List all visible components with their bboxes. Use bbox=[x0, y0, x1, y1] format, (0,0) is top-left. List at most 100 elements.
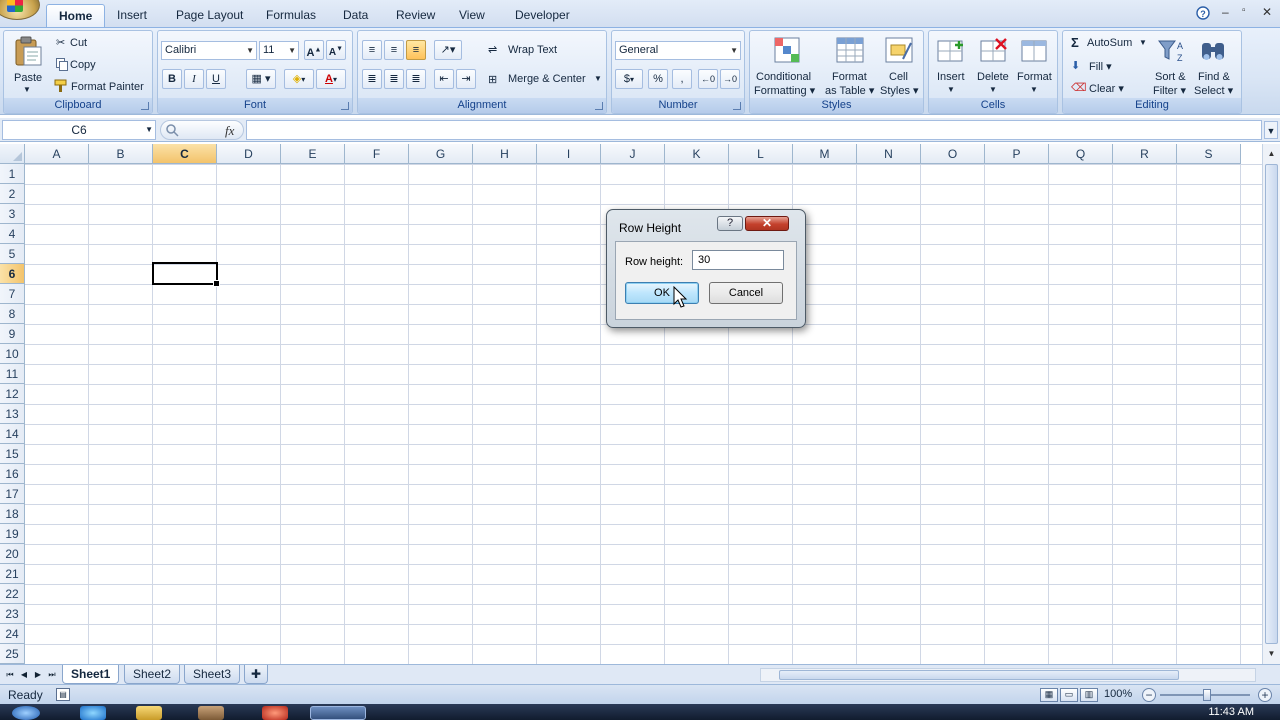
row-header-11[interactable]: 11 bbox=[0, 364, 25, 384]
chevron-down-icon[interactable]: ▼ bbox=[145, 121, 153, 139]
row-header-20[interactable]: 20 bbox=[0, 544, 25, 564]
cell-styles-icon[interactable] bbox=[883, 35, 915, 67]
column-header-c[interactable]: C bbox=[153, 144, 217, 164]
row-header-4[interactable]: 4 bbox=[0, 224, 25, 244]
column-header-j[interactable]: J bbox=[601, 144, 665, 164]
restore-icon[interactable]: ▫ bbox=[1242, 5, 1246, 16]
zoom-out-icon[interactable]: − bbox=[1142, 688, 1156, 702]
column-header-l[interactable]: L bbox=[729, 144, 793, 164]
dialog-close-button[interactable]: ✕ bbox=[745, 216, 789, 231]
autosum-dropdown-icon[interactable]: ▼ bbox=[1139, 38, 1147, 47]
font-size-dropdown[interactable]: 11 ▼ bbox=[259, 41, 299, 60]
cancel-button[interactable]: Cancel bbox=[709, 282, 783, 304]
autosum-icon[interactable]: Σ bbox=[1071, 35, 1079, 50]
font-name-dropdown[interactable]: Calibri ▼ bbox=[161, 41, 257, 60]
column-header-d[interactable]: D bbox=[217, 144, 281, 164]
wrap-text-button[interactable]: Wrap Text bbox=[508, 44, 557, 56]
clipboard-launcher-icon[interactable] bbox=[141, 102, 149, 110]
borders-button[interactable]: ▦ ▾ bbox=[246, 69, 276, 89]
page-break-view-icon[interactable]: ▥ bbox=[1080, 688, 1098, 702]
format-button[interactable]: Format bbox=[1017, 71, 1052, 83]
paste-dropdown-icon[interactable]: ▼ bbox=[23, 85, 31, 94]
insert-sheet-button[interactable]: ✚ bbox=[244, 665, 269, 684]
center-button[interactable]: ≣ bbox=[384, 69, 404, 89]
column-header-h[interactable]: H bbox=[473, 144, 537, 164]
conditional-formatting-icon[interactable] bbox=[772, 35, 804, 67]
row-header-3[interactable]: 3 bbox=[0, 204, 25, 224]
percent-button[interactable]: % bbox=[648, 69, 668, 89]
tab-insert[interactable]: Insert bbox=[105, 4, 159, 28]
insert-button[interactable]: Insert bbox=[937, 71, 965, 83]
folder-taskbar-icon[interactable] bbox=[136, 706, 162, 720]
column-header-g[interactable]: G bbox=[409, 144, 473, 164]
column-header-f[interactable]: F bbox=[345, 144, 409, 164]
shrink-font-button[interactable]: A▼ bbox=[326, 40, 346, 60]
row-header-19[interactable]: 19 bbox=[0, 524, 25, 544]
sheet-tab-sheet3[interactable]: Sheet3 bbox=[184, 665, 241, 684]
decrease-indent-button[interactable]: ⇤ bbox=[434, 69, 454, 89]
align-right-button[interactable]: ≣ bbox=[406, 69, 426, 89]
horizontal-scrollbar[interactable] bbox=[760, 668, 1256, 682]
column-header-o[interactable]: O bbox=[921, 144, 985, 164]
delete-button[interactable]: Delete bbox=[977, 71, 1009, 83]
clear-icon[interactable]: ⌫ bbox=[1071, 81, 1087, 94]
grow-font-button[interactable]: A▲ bbox=[304, 40, 324, 60]
zoom-in-icon[interactable]: + bbox=[1258, 688, 1272, 702]
help-icon[interactable]: ? bbox=[1196, 6, 1210, 20]
merge-dropdown-icon[interactable]: ▼ bbox=[594, 74, 602, 83]
sort-filter-button[interactable]: Sort & bbox=[1155, 71, 1186, 83]
dialog-help-button[interactable]: ? bbox=[717, 216, 743, 231]
scroll-up-icon[interactable]: ▲ bbox=[1265, 146, 1278, 162]
column-header-n[interactable]: N bbox=[857, 144, 921, 164]
bottom-align-button[interactable]: ≡ bbox=[406, 40, 426, 60]
font-color-button[interactable]: A▾ bbox=[316, 69, 346, 89]
column-header-q[interactable]: Q bbox=[1049, 144, 1113, 164]
column-header-m[interactable]: M bbox=[793, 144, 857, 164]
row-header-22[interactable]: 22 bbox=[0, 584, 25, 604]
office-button[interactable] bbox=[0, 0, 40, 20]
top-align-button[interactable]: ≡ bbox=[362, 40, 382, 60]
align-left-button[interactable]: ≣ bbox=[362, 69, 382, 89]
bold-button[interactable]: B bbox=[162, 69, 182, 89]
column-header-e[interactable]: E bbox=[281, 144, 345, 164]
page-layout-view-icon[interactable]: ▭ bbox=[1060, 688, 1078, 702]
italic-button[interactable]: I bbox=[184, 69, 204, 89]
row-header-16[interactable]: 16 bbox=[0, 464, 25, 484]
row-header-12[interactable]: 12 bbox=[0, 384, 25, 404]
currency-button[interactable]: $▾ bbox=[615, 69, 643, 89]
column-header-k[interactable]: K bbox=[665, 144, 729, 164]
row-header-5[interactable]: 5 bbox=[0, 244, 25, 264]
autosum-button[interactable]: AutoSum bbox=[1087, 37, 1132, 49]
row-header-13[interactable]: 13 bbox=[0, 404, 25, 424]
expand-formula-bar-icon[interactable]: ▼ bbox=[1264, 121, 1278, 139]
column-header-r[interactable]: R bbox=[1113, 144, 1177, 164]
tab-home[interactable]: Home bbox=[46, 4, 106, 28]
format-as-table-icon[interactable] bbox=[834, 35, 866, 67]
row-header-24[interactable]: 24 bbox=[0, 624, 25, 644]
find-select-button[interactable]: Find & bbox=[1198, 71, 1230, 83]
vertical-scrollbar[interactable]: ▲ ▼ bbox=[1262, 144, 1280, 664]
cut-icon[interactable]: ✂ bbox=[56, 36, 65, 49]
alignment-launcher-icon[interactable] bbox=[595, 102, 603, 110]
start-button-icon[interactable] bbox=[12, 706, 40, 720]
number-launcher-icon[interactable] bbox=[733, 102, 741, 110]
sheet-tab-sheet2[interactable]: Sheet2 bbox=[124, 665, 181, 684]
format-cells-icon[interactable] bbox=[1019, 35, 1051, 67]
paste-icon[interactable] bbox=[12, 35, 44, 67]
insert-function-button[interactable]: fx bbox=[225, 123, 234, 139]
row-header-7[interactable]: 7 bbox=[0, 284, 25, 304]
conditional-formatting-button[interactable]: Conditional bbox=[756, 71, 811, 83]
prev-sheet-icon[interactable]: ◀ bbox=[18, 668, 30, 682]
format-painter-button[interactable]: Format Painter bbox=[71, 81, 144, 93]
fill-color-button[interactable]: ◈▾ bbox=[284, 69, 314, 89]
tab-review[interactable]: Review bbox=[384, 4, 447, 28]
row-header-21[interactable]: 21 bbox=[0, 564, 25, 584]
media-taskbar-icon[interactable] bbox=[262, 706, 288, 720]
browser-taskbar-icon[interactable] bbox=[80, 706, 106, 720]
row-header-18[interactable]: 18 bbox=[0, 504, 25, 524]
middle-align-button[interactable]: ≡ bbox=[384, 40, 404, 60]
cell-styles-button[interactable]: Cell bbox=[889, 71, 908, 83]
orientation-button[interactable]: ↗▾ bbox=[434, 40, 462, 60]
fill-button[interactable]: Fill ▾ bbox=[1089, 60, 1112, 73]
number-format-dropdown[interactable]: General ▼ bbox=[615, 41, 741, 60]
